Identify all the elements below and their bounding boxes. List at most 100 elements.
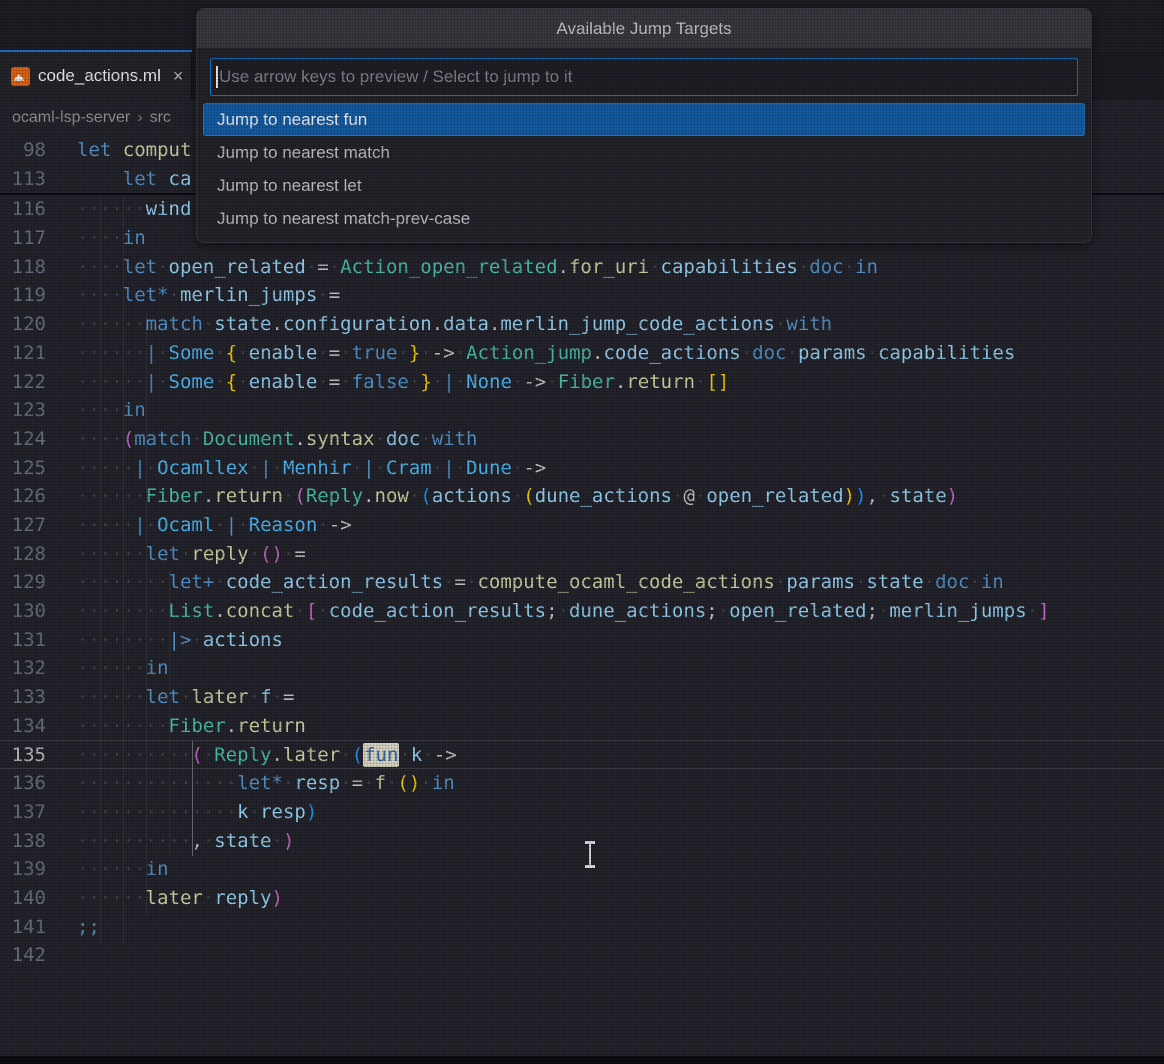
code-line: 121······|·Some·{·enable·=·true·}·->·Act…	[0, 339, 1164, 368]
breadcrumb-item-ocaml-lsp-server[interactable]: ocaml-lsp-server	[12, 109, 130, 127]
code-token: ·	[432, 371, 443, 393]
line-number[interactable]: 139	[0, 855, 46, 884]
code-token: ······	[77, 657, 146, 679]
code-token: ·	[787, 342, 798, 364]
code-token: ······	[77, 342, 146, 364]
line-number[interactable]: 117	[0, 224, 46, 253]
code-text: ······let·reply·()·=	[46, 540, 306, 569]
code-token: in	[123, 227, 146, 249]
line-number[interactable]: 128	[0, 540, 46, 569]
code-text: ········|>·actions	[46, 626, 283, 655]
code-text: ··············let*·resp·=·f·()·in	[46, 769, 455, 798]
code-token: ·	[340, 744, 351, 766]
code-token: dune_actions	[535, 485, 672, 507]
tab-code-actions[interactable]: code_actions.ml ×	[0, 52, 192, 100]
line-number[interactable]: 134	[0, 712, 46, 741]
quickpick-item[interactable]: Jump to nearest match-prev-case	[203, 202, 1085, 235]
code-token: enable	[249, 342, 318, 364]
quickpick-item[interactable]: Jump to nearest let	[203, 169, 1085, 202]
line-number[interactable]: 127	[0, 511, 46, 540]
line-number[interactable]: 132	[0, 654, 46, 683]
code-token: )	[306, 801, 317, 823]
close-icon[interactable]: ×	[173, 67, 184, 85]
code-token: merlin_jumps	[889, 600, 1026, 622]
line-number[interactable]: 120	[0, 310, 46, 339]
code-token: ·	[374, 428, 385, 450]
line-number[interactable]: 136	[0, 769, 46, 798]
code-token: comput	[123, 139, 192, 161]
code-token: let*	[237, 772, 283, 794]
code-token: ·	[432, 457, 443, 479]
code-token: )	[283, 830, 294, 852]
code-line: 138··········,·state·)	[0, 827, 1164, 856]
line-number[interactable]: 137	[0, 798, 46, 827]
line-number[interactable]: 116	[0, 195, 46, 224]
quick-pick-input[interactable]	[210, 58, 1078, 96]
code-token: Ocaml	[157, 514, 214, 536]
code-token: resp	[260, 801, 306, 823]
code-token: ·	[157, 371, 168, 393]
code-token: merlin_jump_code_actions	[500, 313, 775, 335]
code-token: ·	[340, 342, 351, 364]
code-token: true	[352, 342, 398, 364]
code-line: 118····let·open_related·=·Action_open_re…	[0, 253, 1164, 282]
line-number[interactable]: 133	[0, 683, 46, 712]
code-line: 129········let+·code_action_results·=·co…	[0, 568, 1164, 597]
line-number[interactable]: 130	[0, 597, 46, 626]
code-token: in	[855, 256, 878, 278]
code-token: later	[146, 887, 203, 909]
code-token: ·	[420, 428, 431, 450]
code-token: ·	[283, 485, 294, 507]
code-token: ·	[455, 457, 466, 479]
line-number[interactable]: 118	[0, 253, 46, 282]
code-token: ······	[77, 485, 146, 507]
code-token: ·	[695, 371, 706, 393]
code-token: ;	[546, 600, 557, 622]
editor-pane[interactable]: 98let comput113 let ca 116······wind117·…	[0, 136, 1164, 1056]
code-token: |	[443, 371, 454, 393]
code-token: ·	[203, 887, 214, 909]
line-number[interactable]: 141	[0, 913, 46, 942]
code-token	[77, 168, 123, 190]
code-token: .	[226, 715, 237, 737]
line-number[interactable]: 125	[0, 454, 46, 483]
line-number[interactable]: 98	[0, 136, 46, 165]
code-token: |	[363, 457, 374, 479]
line-number[interactable]: 131	[0, 626, 46, 655]
code-token: data	[443, 313, 489, 335]
code-token: }	[409, 342, 420, 364]
code-token: }	[420, 371, 431, 393]
quick-pick-list: Jump to nearest funJump to nearest match…	[203, 103, 1085, 235]
code-token: ·····	[77, 514, 134, 536]
code-line: 124····(match·Document.syntax·doc·with	[0, 425, 1164, 454]
breadcrumb-item-src[interactable]: src	[150, 109, 171, 127]
line-number[interactable]: 142	[0, 941, 46, 970]
code-token: ·	[399, 744, 410, 766]
line-number[interactable]: 138	[0, 827, 46, 856]
code-token: ·	[283, 772, 294, 794]
chevron-right-icon: ›	[137, 109, 142, 127]
code-token: Some	[169, 371, 215, 393]
line-number[interactable]: 140	[0, 884, 46, 913]
code-text: ··········,·state·)	[46, 827, 294, 856]
line-number[interactable]: 122	[0, 368, 46, 397]
line-number[interactable]: 129	[0, 568, 46, 597]
line-number[interactable]: 113	[0, 165, 46, 194]
code-token: in	[432, 772, 455, 794]
code-token: ·	[695, 485, 706, 507]
code-token: ->	[329, 514, 352, 536]
line-number[interactable]: 135	[0, 741, 46, 768]
code-line: 125·····|·Ocamllex·|·Menhir·|·Cram·|·Dun…	[0, 454, 1164, 483]
quickpick-item[interactable]: Jump to nearest match	[203, 136, 1085, 169]
code-token: ·	[775, 571, 786, 593]
line-number[interactable]: 121	[0, 339, 46, 368]
code-token: later	[283, 744, 340, 766]
quickpick-item[interactable]: Jump to nearest fun	[203, 103, 1085, 136]
code-token: ·	[191, 428, 202, 450]
line-number[interactable]: 123	[0, 396, 46, 425]
code-line: 130········List.concat·[·code_action_res…	[0, 597, 1164, 626]
code-token: ·	[558, 600, 569, 622]
line-number[interactable]: 126	[0, 482, 46, 511]
line-number[interactable]: 124	[0, 425, 46, 454]
line-number[interactable]: 119	[0, 281, 46, 310]
